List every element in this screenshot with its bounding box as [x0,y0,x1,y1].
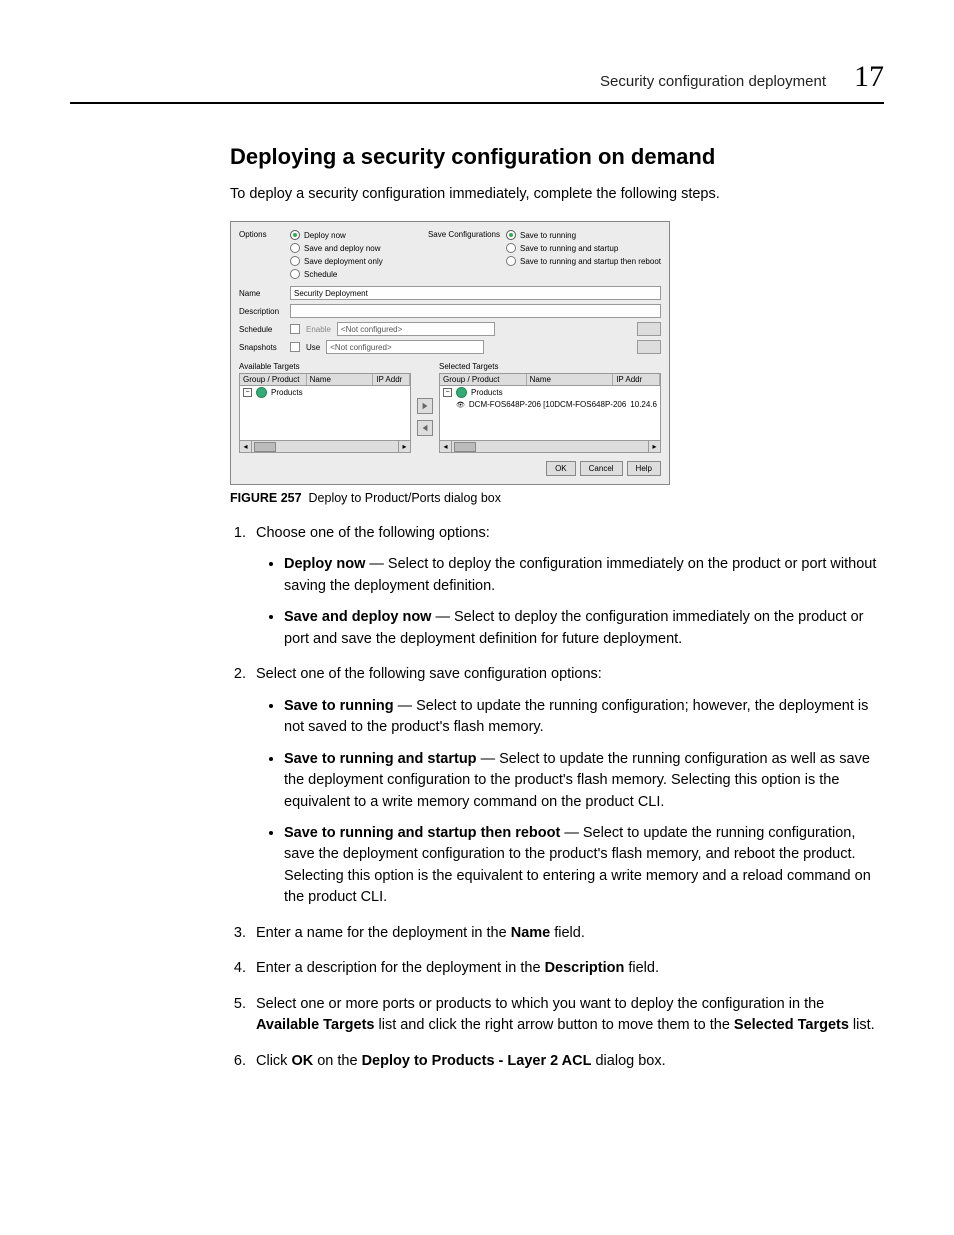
description-field[interactable] [290,304,661,318]
move-right-button[interactable] [417,398,433,414]
options-label: Options [239,230,284,282]
snapshots-browse-button[interactable] [637,340,661,354]
radio-icon [506,243,516,253]
selected-targets-title: Selected Targets [439,362,661,371]
cancel-button[interactable]: Cancel [580,461,623,476]
available-targets-panel: Available Targets Group / Product Name I… [239,362,411,453]
step-5: Select one or more ports or products to … [250,994,884,1037]
option-save-only[interactable]: Save deployment only [290,256,383,266]
save-running[interactable]: Save to running [506,230,661,240]
scrollbar-thumb[interactable] [454,442,476,452]
step-2-bullet-3: Save to running and startup then reboot … [284,823,884,909]
description-label: Description [239,307,284,316]
products-node-label: Products [471,388,503,397]
option-schedule[interactable]: Schedule [290,269,383,279]
schedule-enable-label: Enable [306,325,331,334]
step-1: Choose one of the following options: Dep… [250,523,884,650]
schedule-browse-button[interactable] [637,322,661,336]
snapshots-value[interactable]: <Not configured> [326,340,484,354]
option-deploy-now[interactable]: Deploy now [290,230,383,240]
content-column: Deploying a security configuration on de… [230,144,884,1072]
radio-icon [290,230,300,240]
step-1-bullet-2: Save and deploy now — Select to deploy t… [284,607,884,650]
section-title: Security configuration deployment [600,73,826,90]
column-group[interactable]: Group / Product [240,374,307,385]
header-rule [70,102,884,104]
lead-paragraph: To deploy a security configuration immed… [230,184,884,205]
globe-icon [256,387,267,398]
save-running-startup-reboot[interactable]: Save to running and startup then reboot [506,256,661,266]
chevron-right-icon [421,402,429,410]
scroll-left-icon[interactable]: ◂ [240,441,252,452]
schedule-row-label: Schedule [239,325,284,334]
radio-icon [506,230,516,240]
figure-label: FIGURE 257 [230,491,302,505]
save-running-startup[interactable]: Save to running and startup [506,243,661,253]
selected-scrollbar[interactable]: ◂ ▸ [439,441,661,453]
snapshots-use-checkbox[interactable] [290,342,300,352]
tree-collapse-icon[interactable]: − [243,388,252,397]
products-node-label: Products [271,388,303,397]
name-field[interactable]: Security Deployment [290,286,661,300]
step-6: Click OK on the Deploy to Products - Lay… [250,1051,884,1072]
table-row[interactable]: − Products [240,386,410,399]
available-scrollbar[interactable]: ◂ ▸ [239,441,411,453]
selected-product-ip: 10.24.6 [630,400,657,409]
radio-icon [290,256,300,266]
column-group[interactable]: Group / Product [440,374,527,385]
option-save-deploy-now[interactable]: Save and deploy now [290,243,383,253]
column-name[interactable]: Name [527,374,614,385]
available-targets-list[interactable]: − Products [239,386,411,441]
selected-targets-header: Group / Product Name IP Addr [439,373,661,386]
available-targets-header: Group / Product Name IP Addr [239,373,411,386]
snapshots-use-label: Use [306,343,320,352]
table-row[interactable]: 👁 DCM-FOS648P-206 [10DCM-FOS648P-206 10.… [440,399,660,410]
step-3: Enter a name for the deployment in the N… [250,923,884,944]
available-targets-title: Available Targets [239,362,411,371]
column-ip[interactable]: IP Addr [613,374,660,385]
deploy-dialog: Options Deploy now Save and deploy now S… [230,221,670,485]
ok-button[interactable]: OK [546,461,576,476]
step-1-bullet-1: Deploy now — Select to deploy the config… [284,554,884,597]
tree-collapse-icon[interactable]: − [443,388,452,397]
radio-icon [290,269,300,279]
scrollbar-thumb[interactable] [254,442,276,452]
page-header: Security configuration deployment 17 [70,60,884,94]
step-2-bullet-2: Save to running and startup — Select to … [284,749,884,813]
scroll-left-icon[interactable]: ◂ [440,441,452,452]
radio-icon [290,243,300,253]
step-2-bullet-1: Save to running — Select to update the r… [284,696,884,739]
column-ip[interactable]: IP Addr [373,374,410,385]
step-4: Enter a description for the deployment i… [250,958,884,979]
chapter-number: 17 [854,60,884,94]
globe-icon [456,387,467,398]
step-2: Select one of the following save configu… [250,664,884,909]
page-title: Deploying a security configuration on de… [230,144,884,170]
scroll-right-icon[interactable]: ▸ [398,441,410,452]
help-button[interactable]: Help [627,461,661,476]
page: Security configuration deployment 17 Dep… [0,0,954,1235]
scroll-right-icon[interactable]: ▸ [648,441,660,452]
chevron-left-icon [421,424,429,432]
selected-product-name: DCM-FOS648P-206 [10DCM-FOS648P-206 [469,400,626,409]
schedule-enable-checkbox[interactable] [290,324,300,334]
selected-targets-list[interactable]: − Products 👁 DCM-FOS648P-206 [10DCM-FOS6… [439,386,661,441]
schedule-value[interactable]: <Not configured> [337,322,495,336]
save-config-label: Save Configurations [428,230,500,282]
radio-icon [506,256,516,266]
figure-caption-text: Deploy to Product/Ports dialog box [309,491,501,505]
name-label: Name [239,289,284,298]
figure-caption: FIGURE 257 Deploy to Product/Ports dialo… [230,491,884,505]
move-left-button[interactable] [417,420,433,436]
table-row[interactable]: − Products [440,386,660,399]
column-name[interactable]: Name [307,374,374,385]
snapshots-label: Snapshots [239,343,284,352]
selected-targets-panel: Selected Targets Group / Product Name IP… [439,362,661,453]
steps-list: Choose one of the following options: Dep… [230,523,884,1072]
